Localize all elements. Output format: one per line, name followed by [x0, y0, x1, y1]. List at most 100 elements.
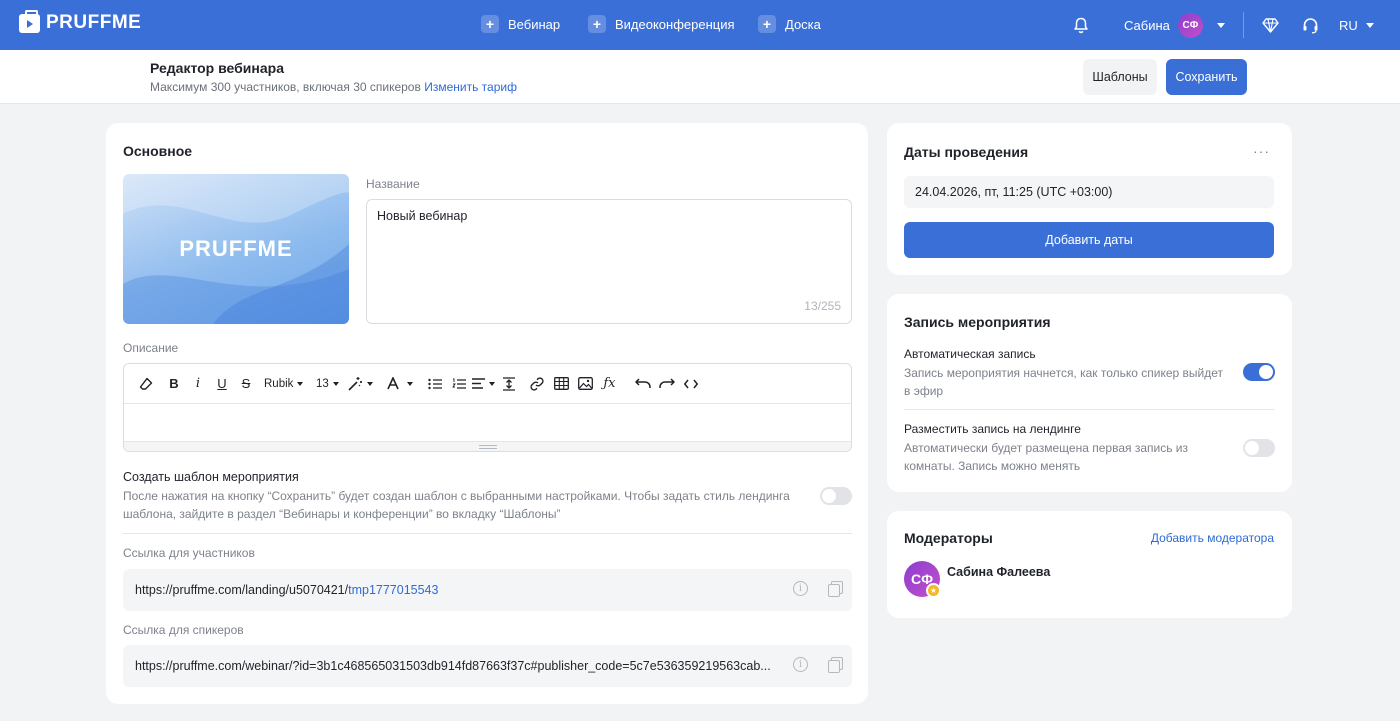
strikethrough-icon[interactable]: S	[234, 372, 258, 396]
template-description: После нажатия на кнопку “Сохранить” буде…	[123, 489, 790, 521]
nav-videoconference-label: Видеоконференция	[615, 16, 735, 32]
star-badge-icon: ★	[926, 583, 941, 598]
eraser-icon[interactable]	[134, 372, 158, 396]
formula-icon[interactable]: ƒx	[597, 372, 621, 396]
plan-info: Максимум 300 участников, включая 30 спик…	[150, 80, 517, 94]
auto-record-desc-line: Запись мероприятия начнется, как только …	[904, 366, 1224, 380]
notifications-button[interactable]	[1073, 0, 1089, 50]
description-label: Описание	[123, 341, 179, 355]
nav-videoconference[interactable]: + Видеоконференция	[588, 15, 735, 33]
speakers-link-label: Ссылка для спикеров	[123, 623, 244, 637]
info-icon[interactable]: i	[793, 657, 808, 672]
auto-record-toggle[interactable]	[1243, 363, 1275, 381]
nav-board[interactable]: + Доска	[758, 15, 821, 33]
editor-header: Редактор вебинара Максимум 300 участнико…	[0, 50, 1400, 104]
language-label: RU	[1339, 17, 1358, 33]
bold-icon[interactable]: B	[162, 372, 186, 396]
main-settings-card: Основное PRUFFME Название Новый вебинар …	[106, 123, 868, 704]
line-height-icon[interactable]	[497, 372, 521, 396]
avatar: СФ	[1177, 12, 1203, 38]
user-menu[interactable]: Сабина СФ	[1124, 0, 1225, 50]
name-label: Название	[366, 177, 420, 191]
toggle-knob	[1245, 441, 1259, 455]
template-toggle[interactable]	[820, 487, 852, 505]
editor-toolbar: B i U S Rubik 13 ƒx	[124, 364, 851, 404]
chevron-down-icon	[1216, 22, 1225, 28]
plus-icon: +	[588, 15, 606, 33]
text-color-icon[interactable]	[387, 372, 414, 396]
user-name: Сабина	[1124, 17, 1170, 33]
logo-text: PRUFFME	[46, 12, 142, 33]
font-size-select[interactable]: 13	[315, 372, 339, 396]
plus-icon: +	[758, 15, 776, 33]
add-dates-button[interactable]: Добавить даты	[904, 222, 1274, 258]
diamond-icon	[1262, 17, 1279, 33]
change-plan-link[interactable]: Изменить тариф	[424, 80, 517, 94]
toggle-knob	[822, 489, 836, 503]
plan-limits: Максимум 300 участников, включая 30 спик…	[150, 80, 421, 94]
underline-icon[interactable]: U	[210, 372, 234, 396]
cover-logo-text: PRUFFME	[179, 236, 293, 261]
align-icon[interactable]	[471, 372, 495, 396]
date-value: 24.04.2026, пт, 11:25 (UTC +03:00)	[915, 185, 1113, 199]
font-size-value: 13	[316, 377, 329, 390]
landing-record-desc-line: Автоматически будет размещена первая зап…	[904, 441, 1188, 455]
magic-wand-icon[interactable]	[347, 372, 374, 396]
speakers-link-field[interactable]: https://pruffme.com/webinar/?id=3b1c4685…	[123, 645, 852, 687]
landing-record-description: Автоматически будет размещена первая зап…	[904, 439, 1188, 475]
cover-image[interactable]: PRUFFME	[123, 174, 349, 324]
auto-record-description: Запись мероприятия начнется, как только …	[904, 364, 1223, 400]
date-entry[interactable]: 24.04.2026, пт, 11:25 (UTC +03:00)	[904, 176, 1274, 208]
redo-icon[interactable]	[655, 372, 679, 396]
code-icon[interactable]	[679, 372, 703, 396]
support-button[interactable]	[1302, 0, 1319, 50]
dates-card: Даты проведения ··· 24.04.2026, пт, 11:2…	[887, 123, 1292, 275]
top-bar: PRUFFME + Вебинар + Видеоконференция + Д…	[0, 0, 1400, 50]
numbered-list-icon[interactable]	[447, 372, 471, 396]
toggle-knob	[1259, 365, 1273, 379]
name-input[interactable]: Новый вебинар 13/255	[366, 199, 852, 324]
info-icon[interactable]: i	[793, 581, 808, 596]
link-icon[interactable]	[525, 372, 549, 396]
headset-icon	[1303, 17, 1318, 33]
name-value: Новый вебинар	[377, 209, 468, 223]
logo[interactable]: PRUFFME	[19, 9, 142, 34]
auto-record-title: Автоматическая запись	[904, 347, 1036, 361]
font-family-value: Rubik	[264, 377, 294, 390]
tariff-button[interactable]	[1262, 0, 1279, 50]
participants-link-slug[interactable]: tmp1777015543	[348, 583, 438, 597]
participants-link-field[interactable]: https://pruffme.com/landing/u5070421/tmp…	[123, 569, 852, 611]
resize-handle[interactable]	[124, 441, 851, 451]
landing-record-title: Разместить запись на лендинге	[904, 422, 1081, 436]
copy-icon[interactable]	[828, 581, 843, 597]
landing-record-toggle[interactable]	[1243, 439, 1275, 457]
bullet-list-icon[interactable]	[423, 372, 447, 396]
add-dates-label: Добавить даты	[1045, 233, 1133, 247]
logo-icon	[19, 9, 40, 33]
table-icon[interactable]	[549, 372, 573, 396]
font-family-select[interactable]: Rubik	[264, 372, 304, 396]
nav-webinar[interactable]: + Вебинар	[481, 15, 560, 33]
landing-record-desc-line: комнаты. Запись можно менять	[904, 459, 1081, 473]
language-select[interactable]: RU	[1339, 0, 1374, 50]
nav-board-label: Доска	[785, 16, 821, 32]
chevron-down-icon	[1365, 22, 1374, 28]
templates-button[interactable]: Шаблоны	[1083, 59, 1157, 95]
divider	[1243, 12, 1244, 38]
template-title: Создать шаблон мероприятия	[123, 470, 299, 484]
image-icon[interactable]	[573, 372, 597, 396]
auto-record-desc-line: в эфир	[904, 384, 944, 398]
participants-link-label: Ссылка для участников	[123, 546, 255, 560]
save-button[interactable]: Сохранить	[1166, 59, 1247, 95]
undo-icon[interactable]	[631, 372, 655, 396]
more-icon[interactable]: ···	[1253, 143, 1270, 159]
participants-link-prefix: https://pruffme.com/landing/u5070421/	[135, 583, 349, 597]
moderators-title: Модераторы	[904, 530, 993, 546]
copy-icon[interactable]	[828, 657, 843, 673]
recording-card: Запись мероприятия Автоматическая запись…	[887, 294, 1292, 492]
moderator-item[interactable]: СФ ★ Сабина Фалеева	[904, 561, 1204, 601]
add-moderator-link[interactable]: Добавить модератора	[1151, 531, 1274, 545]
nav-webinar-label: Вебинар	[508, 16, 561, 32]
italic-icon[interactable]: i	[186, 372, 210, 396]
description-editor[interactable]: B i U S Rubik 13 ƒx	[123, 363, 852, 452]
